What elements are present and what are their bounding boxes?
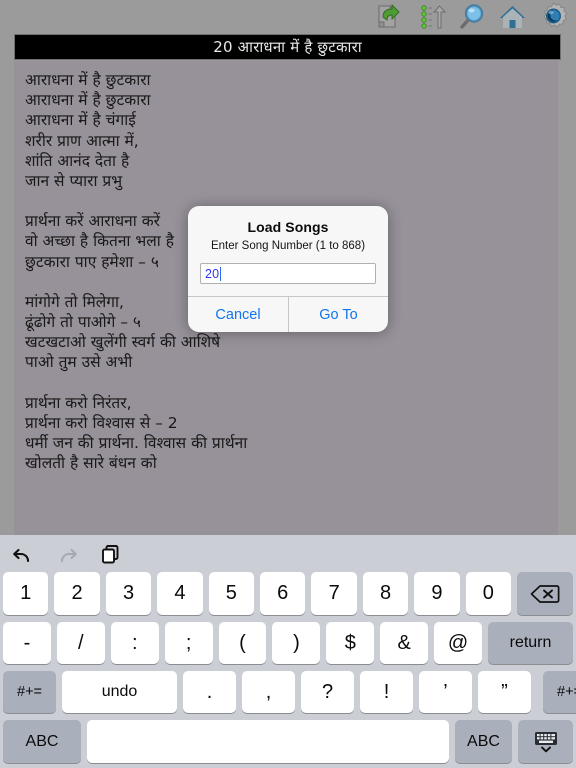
song-title-bar: 20 आराधना में है छुटकारा [14,34,561,60]
redo-icon [54,542,80,566]
key-question[interactable]: ? [301,671,354,713]
dialog-body: Load Songs Enter Song Number (1 to 868) … [188,206,388,296]
search-magnifier-icon[interactable] [456,2,487,32]
key-slash[interactable]: / [56,622,105,664]
dialog-button-row: Cancel Go To [188,296,388,332]
keyboard-row-space: ABC ABC [0,720,576,763]
lyric-line: शरीर प्राण आत्मा में, [25,131,139,150]
settings-gear-icon[interactable] [538,1,569,32]
lyric-line: पाओ तुम उसे अभी [25,353,133,372]
key-6[interactable]: 6 [260,572,306,615]
key-hyphen[interactable]: - [3,622,51,664]
undo-icon[interactable] [10,542,36,566]
key-undo[interactable]: undo [62,671,177,713]
keyboard-edit-toolbar [0,535,576,572]
sort-list-up-icon[interactable] [415,2,446,32]
key-at[interactable]: @ [434,622,483,664]
page-title: 20 आराधना में है छुटकारा [213,37,362,56]
key-semicolon[interactable]: ; [164,622,213,664]
lyric-line: खोलती है सारे बंधन को [25,454,157,473]
key-period[interactable]: . [183,671,236,713]
lyric-line: खटखटाओ खुलेंगी स्वर्ग की आशिषे [25,333,221,352]
keyboard-down-icon [534,731,557,752]
key-5[interactable]: 5 [208,572,255,615]
go-to-button[interactable]: Go To [288,297,388,332]
keyboard-row-digits: 1 2 3 4 5 6 7 8 9 0 [0,572,576,615]
stanza-1: आराधना में है छुटकारा आराधना में है छुटक… [25,70,558,191]
backspace-icon [530,584,560,603]
key-9[interactable]: 9 [414,572,460,615]
dialog-subtitle: Enter Song Number (1 to 868) [210,240,366,252]
on-screen-keyboard: 1 2 3 4 5 6 7 8 9 0 - / : ; ( ) $ & @ re… [0,535,576,768]
key-4[interactable]: 4 [157,572,203,615]
key-3[interactable]: 3 [105,572,152,615]
key-quote[interactable]: ” [478,671,531,713]
key-7[interactable]: 7 [311,572,357,615]
symbols-toggle-key-right[interactable]: #+= [543,671,576,713]
lyric-line: शांति आनंद देता है [25,151,130,170]
key-comma[interactable]: , [242,671,295,713]
lyric-line: प्रार्थना करो विश्वास से – 2 [25,413,178,432]
key-paren-close[interactable]: ) [272,622,321,664]
app-toolbar [0,0,576,33]
home-icon[interactable] [497,2,528,32]
return-key[interactable]: return [488,622,574,664]
keyboard-row-symbols: - / : ; ( ) $ & @ return [0,622,576,664]
lyric-line: प्रार्थना करो निरंतर, [25,393,132,412]
lyric-line: आराधना में है चंगाई [25,111,136,130]
lyric-line: आराधना में है छुटकारा [25,91,151,110]
abc-key-right[interactable]: ABC [455,720,512,763]
cancel-button[interactable]: Cancel [188,297,288,332]
lyric-line: जान से प्यारा प्रभु [25,172,123,191]
lyric-line: धर्मी जन की प्रार्थना. विश्वास की प्रार्… [25,434,248,453]
abc-key-left[interactable]: ABC [3,720,81,763]
key-0[interactable]: 0 [465,572,512,615]
key-ampersand[interactable]: & [380,622,429,664]
key-dollar[interactable]: $ [326,622,375,664]
key-exclamation[interactable]: ! [360,671,413,713]
symbols-toggle-key-left[interactable]: #+= [3,671,56,713]
key-apostrophe[interactable]: ’ [419,671,472,713]
space-key[interactable] [87,720,449,763]
paste-icon[interactable] [98,542,124,566]
song-number-input[interactable]: 20 [200,263,376,284]
key-2[interactable]: 2 [54,572,100,615]
stanza-4: प्रार्थना करो निरंतर, प्रार्थना करो विश्… [25,393,558,474]
dialog-title: Load Songs [247,219,329,235]
stanza-gap [25,373,558,393]
hide-keyboard-key[interactable] [518,720,573,763]
backspace-key[interactable] [517,572,574,615]
key-8[interactable]: 8 [362,572,409,615]
key-paren-open[interactable]: ( [218,622,267,664]
song-number-value: 20 [205,266,220,281]
key-1[interactable]: 1 [3,572,49,615]
load-songs-dialog: Load Songs Enter Song Number (1 to 868) … [188,206,388,332]
keyboard-row-punctuation: #+= undo . , ? ! ’ ” #+= [0,671,576,713]
export-document-icon[interactable] [374,2,405,32]
text-caret [219,266,222,281]
lyric-line: आराधना में है छुटकारा [25,71,151,89]
key-colon[interactable]: : [110,622,159,664]
